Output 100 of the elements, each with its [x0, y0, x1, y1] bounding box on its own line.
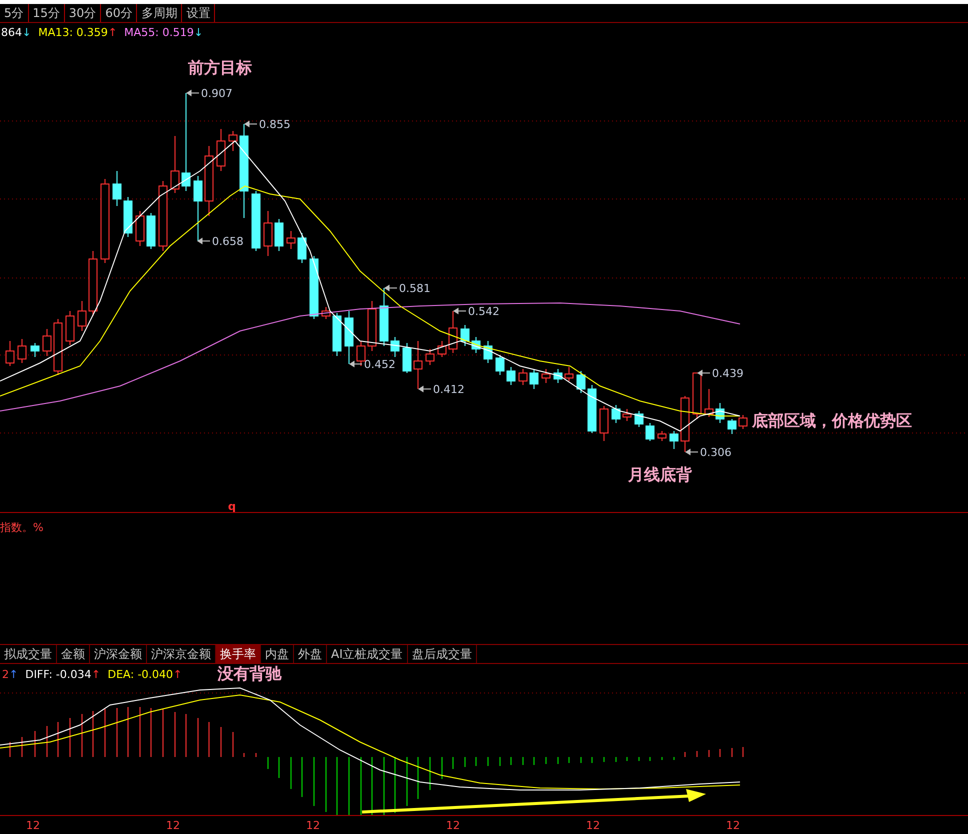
candle-drawing: [344, 310, 354, 364]
price-label: 0.907: [201, 87, 232, 100]
candle-drawing: [448, 310, 458, 354]
candle-drawing: [368, 300, 376, 352]
price-label: 0.542: [468, 305, 500, 318]
annotation-text: 没有背驰: [217, 664, 282, 685]
ma-value: MA13: 0.359: [38, 26, 108, 38]
candle-drawing: [146, 212, 156, 250]
candle-drawing: [54, 318, 62, 376]
candle-drawing: [680, 396, 690, 452]
trend-arrow-text: ↑: [173, 668, 182, 681]
candle-drawing: [170, 136, 180, 194]
candle-drawing: [658, 430, 666, 442]
candle-drawing: [426, 348, 434, 366]
candle-drawing: [728, 418, 736, 434]
axis-label: 12: [26, 818, 40, 832]
leader-line: [186, 90, 200, 96]
axis-label: 12: [446, 818, 460, 832]
candle-drawing: [66, 310, 74, 346]
price-label: 0.581: [399, 282, 430, 295]
candle-drawing: [530, 368, 538, 390]
candle-drawing: [88, 250, 98, 316]
indicator-tab[interactable]: 换手率: [216, 645, 261, 663]
candle-drawing: [738, 414, 748, 430]
candle-drawing: [414, 340, 422, 390]
candle-drawing: [252, 190, 260, 252]
candle-drawing: [124, 196, 132, 238]
macd-value: DEA: -0.040: [108, 668, 174, 681]
ma-value: MA55: 0.519: [124, 26, 194, 38]
candle-drawing: [542, 368, 550, 384]
price-label: 0.412: [433, 383, 464, 396]
candle-drawing: [380, 288, 388, 346]
candle-drawing: [716, 402, 724, 424]
candle-drawing: [298, 232, 306, 264]
candle-drawing: [438, 340, 446, 358]
leader-line: [686, 448, 698, 455]
candle-drawing: [322, 306, 330, 320]
candle-drawing: [136, 210, 144, 246]
trend-arrow-text: ↓: [194, 26, 204, 38]
trend-arrow-text: ↓: [22, 26, 32, 38]
candle-drawing: [30, 342, 40, 358]
trend-arrow-text: ↑: [91, 668, 101, 681]
price-label: 0.855: [259, 118, 290, 131]
candle-drawing: [310, 256, 318, 320]
candle-drawing: [484, 340, 492, 364]
candle-drawing: [332, 312, 342, 356]
candle-drawing: [506, 366, 516, 386]
price-label: 0.439: [712, 367, 744, 380]
candle-drawing: [600, 406, 608, 442]
pane-title: 指数。%: [0, 521, 44, 534]
candle-drawing: [112, 170, 122, 206]
candle-drawing: [472, 336, 480, 354]
trend-arrow-text: ↑: [108, 26, 118, 38]
leader-line: [198, 238, 210, 244]
annotation-text: 底部区域，价格优势区: [752, 411, 912, 430]
macd-value: 2: [2, 668, 9, 681]
candle-drawing: [692, 372, 702, 420]
candle-drawing: [356, 340, 366, 366]
candle-drawing: [390, 336, 400, 358]
candle-drawing: [228, 130, 238, 152]
candle-drawing: [518, 368, 528, 386]
candle-drawing: [6, 340, 14, 366]
leader-line: [244, 120, 258, 127]
candle-drawing: [576, 370, 586, 394]
candle-drawing: [670, 430, 678, 450]
candle-drawing: [274, 218, 284, 252]
candle-drawing: [460, 324, 470, 346]
candle-drawing: [704, 388, 714, 418]
candle-drawing: [646, 422, 654, 442]
candle-drawing: [564, 366, 574, 382]
candle-drawing: [622, 408, 632, 422]
leader-line: [454, 308, 466, 314]
candle-drawing: [634, 410, 644, 428]
candle-drawing: [286, 230, 296, 250]
macd-value: DIFF: -0.034: [25, 668, 92, 681]
axis-label: 12: [586, 818, 600, 832]
axis-label: 12: [306, 818, 320, 832]
leader-line: [384, 284, 398, 291]
annotation-text: 月线底背: [628, 465, 692, 484]
axis-label: 12: [726, 818, 740, 832]
candle-drawing: [588, 384, 596, 434]
axis-label: 12: [166, 818, 180, 832]
candle-drawing: [194, 176, 202, 242]
leader-line: [698, 370, 710, 376]
candle-drawing: [612, 404, 620, 424]
ma-value: 864: [1, 26, 22, 38]
candle-drawing: [496, 354, 504, 376]
candle-drawing: [42, 328, 52, 356]
price-label: 0.658: [212, 235, 244, 248]
price-label: 0.452: [364, 358, 396, 371]
leader-line: [418, 386, 432, 392]
candle-drawing: [204, 146, 214, 216]
candle-drawing: [554, 368, 562, 384]
trend-arrow-text: ↑: [9, 668, 18, 681]
candle-drawing: [18, 338, 26, 364]
leader-line: [350, 360, 362, 367]
candle-drawing: [78, 300, 86, 332]
price-label: 0.306: [700, 446, 732, 459]
marker-text: q: [228, 500, 236, 512]
candle-drawing: [264, 210, 272, 256]
